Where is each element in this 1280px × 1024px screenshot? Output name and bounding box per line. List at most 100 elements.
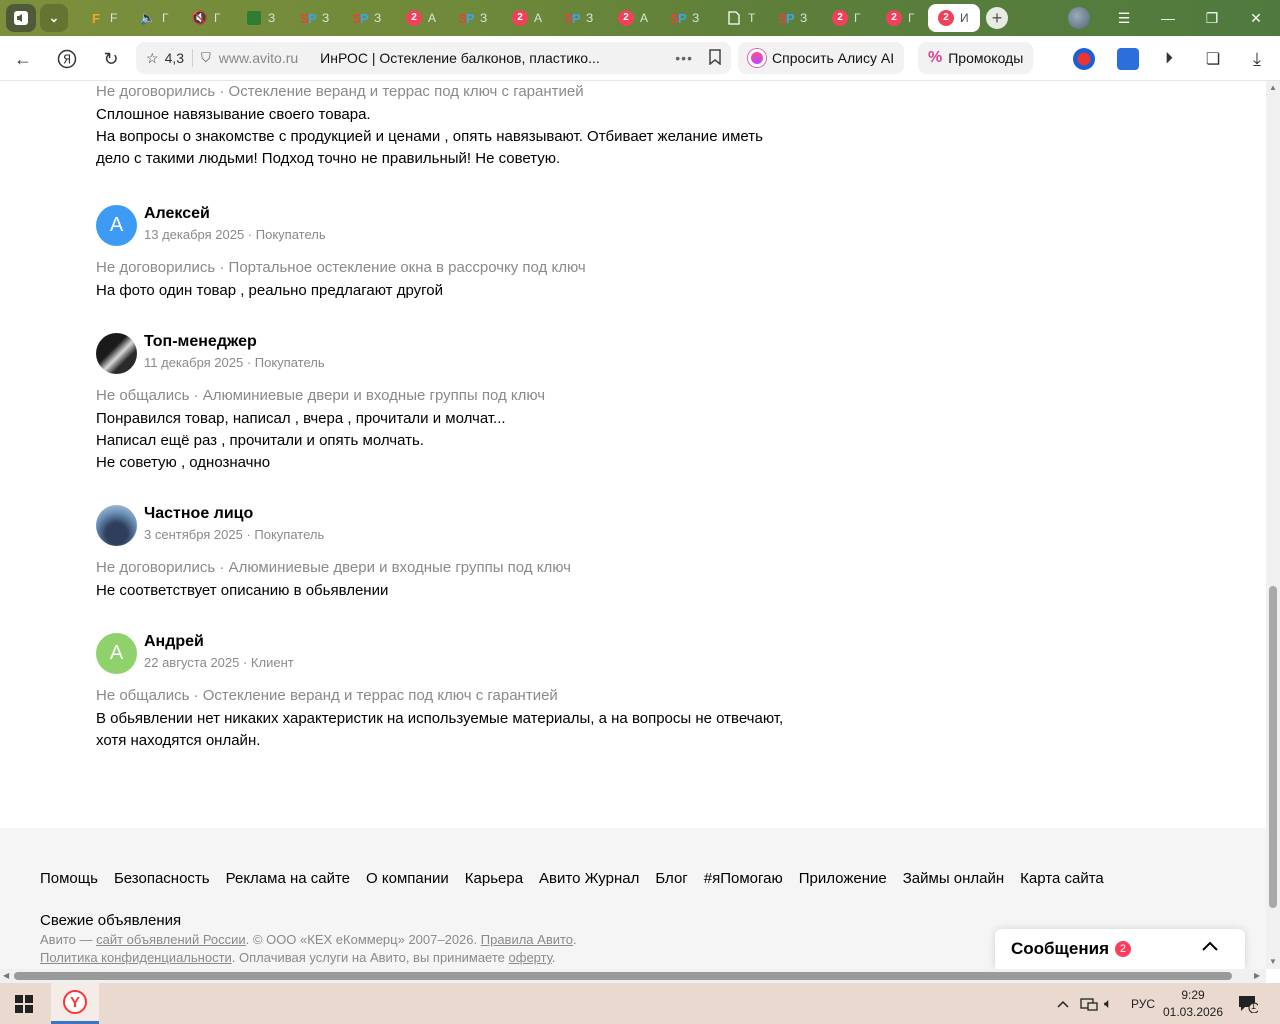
avatar[interactable]: А bbox=[96, 633, 137, 674]
avatar[interactable]: А bbox=[96, 205, 137, 246]
tab-14[interactable]: SP З bbox=[768, 4, 818, 32]
reviewer-name[interactable]: Андрей bbox=[144, 633, 204, 651]
footer-link-careers[interactable]: Карьера bbox=[465, 868, 523, 890]
tab-16[interactable]: 2 Г bbox=[876, 4, 926, 32]
scroll-up-arrow-icon[interactable]: ▲ bbox=[1269, 83, 1277, 92]
footer-link-app[interactable]: Приложение bbox=[799, 868, 887, 890]
footer-link-sitemap[interactable]: Карта сайта bbox=[1020, 868, 1104, 890]
horizontal-scrollbar[interactable]: ◀ ▶ bbox=[0, 969, 1266, 983]
back-arrow-icon[interactable]: ← bbox=[10, 46, 36, 72]
site-rating[interactable]: ☆ 4,3 bbox=[146, 50, 184, 67]
tab-7[interactable]: 2 А bbox=[396, 4, 446, 32]
tab-active[interactable]: 2 И bbox=[928, 4, 980, 32]
address-bar[interactable]: ☆ 4,3 ⛉ www.avito.ru ИнРОС | Остекление … bbox=[136, 42, 731, 74]
profile-avatar[interactable] bbox=[1068, 7, 1090, 29]
avito-badge-icon: 2 bbox=[938, 10, 954, 26]
bookmark-icon[interactable] bbox=[709, 48, 721, 68]
vertical-scroll-thumb[interactable] bbox=[1269, 586, 1277, 908]
page-title[interactable]: ИнРОС | Остекление балконов, пластико... bbox=[320, 50, 600, 66]
footer-link-about[interactable]: О компании bbox=[366, 868, 449, 890]
footer-link-security[interactable]: Безопасность bbox=[114, 868, 210, 890]
url-domain[interactable]: www.avito.ru bbox=[219, 50, 298, 66]
tab-13[interactable]: Т bbox=[716, 4, 766, 32]
tab-12[interactable]: SP З bbox=[660, 4, 710, 32]
tab-4[interactable]: З bbox=[236, 4, 286, 32]
scroll-left-arrow-icon[interactable]: ◀ bbox=[3, 971, 9, 980]
video-play-icon[interactable]: ⏵ bbox=[1156, 46, 1182, 72]
tab-title: Г bbox=[214, 11, 221, 25]
show-hidden-icons-chevron-icon[interactable] bbox=[1056, 983, 1070, 1024]
review-text-line: хотя находятся онлайн. bbox=[96, 732, 261, 749]
input-language-indicator[interactable]: РУС bbox=[1131, 983, 1155, 1024]
close-button[interactable]: ✕ bbox=[1234, 0, 1278, 36]
footer-link-loans[interactable]: Займы онлайн bbox=[903, 868, 1004, 890]
sp-favicon-icon: SP bbox=[352, 10, 368, 26]
footer-link-help-campaign[interactable]: #яПомогаю bbox=[704, 868, 783, 890]
yandex-logo-icon[interactable]: Я bbox=[54, 46, 80, 72]
scroll-down-arrow-icon[interactable]: ▼ bbox=[1269, 957, 1277, 966]
menu-icon[interactable]: ☰ bbox=[1102, 0, 1146, 36]
download-icon[interactable]: ⤓ bbox=[1244, 46, 1270, 72]
reviewer-name[interactable]: Алексей bbox=[144, 205, 210, 223]
avito-badge-icon: 2 bbox=[832, 10, 848, 26]
legal-link-rules[interactable]: Правила Авито bbox=[481, 932, 573, 947]
avatar[interactable] bbox=[96, 333, 137, 374]
vertical-scrollbar[interactable]: ▲ ▼ bbox=[1266, 81, 1280, 969]
extension-shield-icon[interactable] bbox=[1073, 48, 1095, 70]
reviewer-name[interactable]: Топ-менеджер bbox=[144, 333, 257, 351]
tab-2[interactable]: 🔈 Г bbox=[130, 4, 180, 32]
promo-codes-button[interactable]: % Промокоды bbox=[918, 42, 1034, 74]
footer-link-help[interactable]: Помощь bbox=[40, 868, 98, 890]
legal-link-offer[interactable]: оферту bbox=[509, 950, 552, 965]
messages-widget[interactable]: Сообщения 2 bbox=[995, 929, 1245, 969]
muted-speaker-icon: 🔇 bbox=[191, 10, 209, 25]
volume-icon[interactable]: 🔈︎ bbox=[1104, 983, 1112, 1024]
tab-list-dropdown[interactable]: ⌄ bbox=[40, 4, 68, 32]
tab-11[interactable]: 2 А bbox=[608, 4, 658, 32]
yandex-browser-taskbar-button[interactable]: Y bbox=[51, 983, 99, 1024]
tab-10[interactable]: SP З bbox=[554, 4, 604, 32]
footer-link-ads[interactable]: Реклама на сайте bbox=[226, 868, 350, 890]
tab-6[interactable]: SP З bbox=[342, 4, 392, 32]
tab-8[interactable]: SP З bbox=[448, 4, 498, 32]
tab-15[interactable]: 2 Г bbox=[822, 4, 872, 32]
legal-link-privacy[interactable]: Политика конфиденциальности bbox=[40, 950, 232, 965]
windows-start-icon[interactable] bbox=[0, 983, 48, 1024]
chevron-up-icon[interactable] bbox=[1201, 939, 1219, 957]
tab-9[interactable]: 2 А bbox=[502, 4, 552, 32]
notifications-icon[interactable]: 1 bbox=[1238, 983, 1258, 1024]
review-item: А Алексей 13 декабря 2025 · Покупатель Н… bbox=[96, 205, 826, 302]
tab-audio[interactable] bbox=[6, 4, 36, 32]
windows-taskbar: Y 🔈︎ РУС 9:29 01.03.2026 1 bbox=[0, 983, 1280, 1024]
scroll-right-arrow-icon[interactable]: ▶ bbox=[1254, 971, 1260, 980]
footer-link-journal[interactable]: Авито Журнал bbox=[539, 868, 639, 890]
new-tab-button[interactable]: + bbox=[986, 7, 1008, 29]
horizontal-scroll-thumb[interactable] bbox=[14, 972, 1232, 980]
minimize-button[interactable]: — bbox=[1146, 0, 1190, 36]
tab-1[interactable]: F F bbox=[78, 4, 128, 32]
ask-alice-button[interactable]: Спросить Алису AI bbox=[738, 42, 905, 74]
network-icon[interactable] bbox=[1080, 983, 1098, 1024]
collections-icon[interactable]: ❏ bbox=[1200, 46, 1226, 72]
tab-3[interactable]: 🔇 Г bbox=[182, 4, 232, 32]
tab-title: З bbox=[268, 11, 276, 25]
legal-link-site[interactable]: сайт объявлений России bbox=[96, 932, 246, 947]
extension-translate-icon[interactable] bbox=[1117, 48, 1139, 70]
legal-text: Авито — bbox=[40, 932, 97, 947]
footer-link-blog[interactable]: Блог bbox=[655, 868, 687, 890]
footer-links: Помощь Безопасность Реклама на сайте О к… bbox=[40, 868, 1170, 932]
reload-icon[interactable]: ↻ bbox=[98, 46, 124, 72]
reviewer-name[interactable]: Частное лицо bbox=[144, 505, 253, 523]
svg-text:Я: Я bbox=[63, 53, 71, 67]
avatar[interactable] bbox=[96, 505, 137, 546]
system-clock[interactable]: 9:29 01.03.2026 bbox=[1160, 987, 1226, 1021]
tab-title: З bbox=[586, 11, 594, 25]
star-icon: ☆ bbox=[146, 49, 159, 66]
review-text-line: На фото один товар , реально предлагают … bbox=[96, 282, 443, 299]
restore-button[interactable]: ❐ bbox=[1190, 0, 1234, 36]
tab-5[interactable]: SP З bbox=[290, 4, 340, 32]
shield-icon[interactable]: ⛉ bbox=[201, 50, 211, 66]
tab-title: Т bbox=[748, 11, 756, 25]
more-dots-icon[interactable]: ••• bbox=[675, 50, 693, 66]
footer-link-fresh-ads[interactable]: Свежие объявления bbox=[40, 910, 181, 932]
